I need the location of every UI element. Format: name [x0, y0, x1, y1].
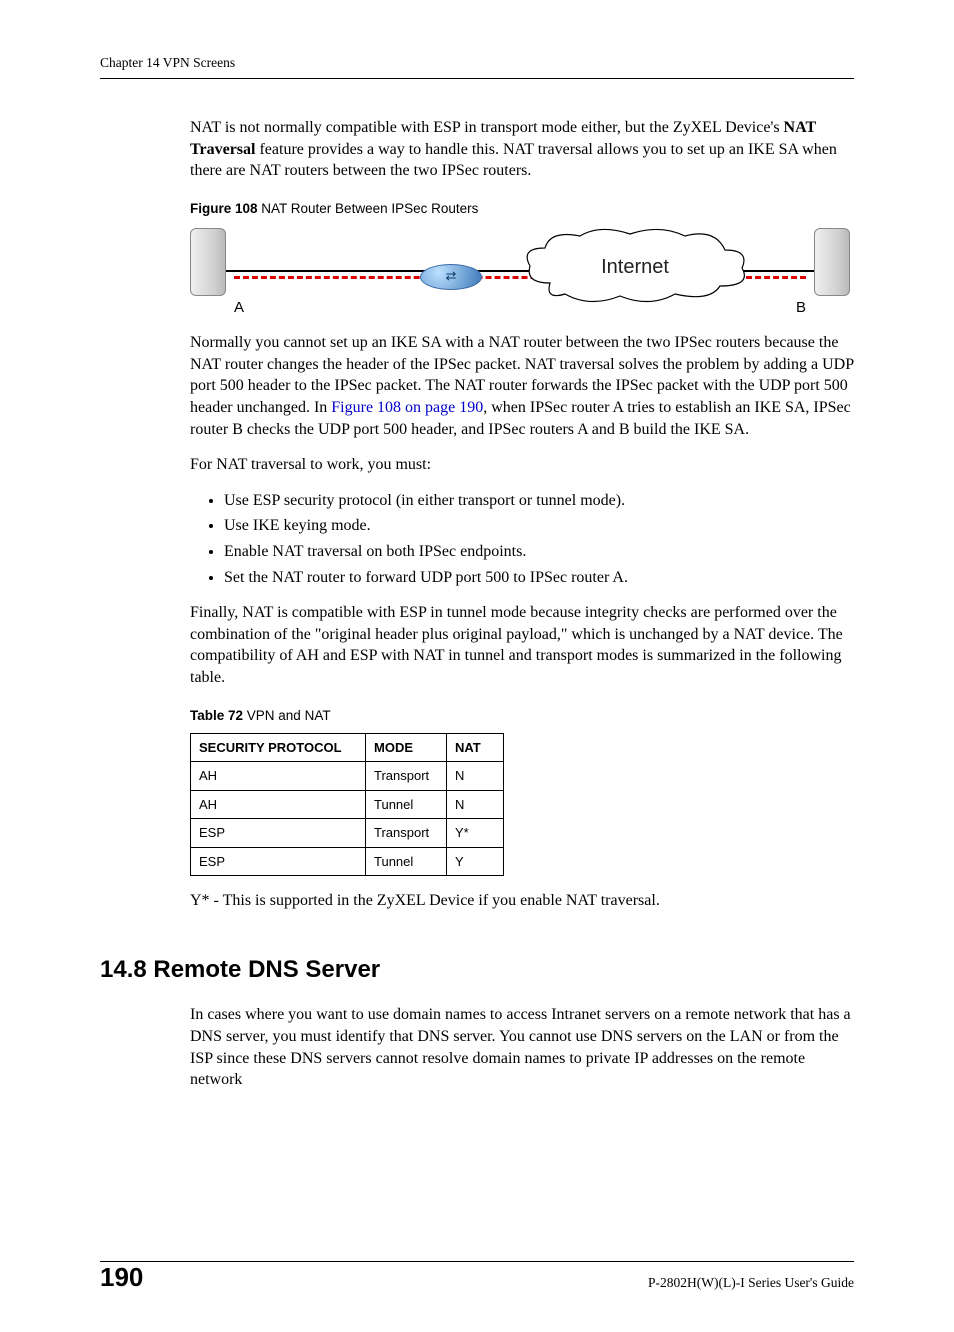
cell: Transport	[366, 819, 447, 848]
text: NAT is not normally compatible with ESP …	[190, 119, 784, 136]
list-item: Use ESP security protocol (in either tra…	[224, 490, 854, 512]
paragraph-footnote: Y* - This is supported in the ZyXEL Devi…	[190, 890, 854, 912]
page-header: Chapter 14 VPN Screens	[100, 54, 854, 79]
col-header: NAT	[447, 733, 504, 762]
cell: N	[447, 762, 504, 791]
nat-router-icon	[420, 264, 482, 290]
figure-crossref-link[interactable]: Figure 108 on page 190	[331, 399, 483, 416]
cell: Tunnel	[366, 790, 447, 819]
figure-diagram: Internet A B	[190, 226, 850, 318]
paragraph-ike: Normally you cannot set up an IKE SA wit…	[190, 332, 854, 440]
col-header: SECURITY PROTOCOL	[191, 733, 366, 762]
cell: AH	[191, 762, 366, 791]
guide-title: P-2802H(W)(L)-I Series User's Guide	[648, 1274, 854, 1292]
page-footer: 190 P-2802H(W)(L)-I Series User's Guide	[100, 1261, 854, 1292]
vpn-nat-table: SECURITY PROTOCOL MODE NAT AH Transport …	[190, 733, 504, 877]
cell: ESP	[191, 847, 366, 876]
cell: Transport	[366, 762, 447, 791]
page-number: 190	[100, 1264, 143, 1290]
table-row: ESP Tunnel Y	[191, 847, 504, 876]
label-a: A	[234, 298, 244, 318]
table-number: Table 72	[190, 708, 243, 723]
cell: ESP	[191, 819, 366, 848]
section-heading: 14.8 Remote DNS Server	[100, 954, 854, 986]
list-item: Enable NAT traversal on both IPSec endpo…	[224, 541, 854, 563]
table-header-row: SECURITY PROTOCOL MODE NAT	[191, 733, 504, 762]
list-item: Use IKE keying mode.	[224, 515, 854, 537]
cloud-label: Internet	[520, 228, 750, 306]
table-row: ESP Transport Y*	[191, 819, 504, 848]
figure-title: NAT Router Between IPSec Routers	[258, 201, 479, 216]
table-caption: Table 72 VPN and NAT	[190, 707, 854, 725]
paragraph-compat: Finally, NAT is compatible with ESP in t…	[190, 602, 854, 688]
table-row: AH Tunnel N	[191, 790, 504, 819]
paragraph-dns: In cases where you want to use domain na…	[190, 1004, 854, 1090]
paragraph-must: For NAT traversal to work, you must:	[190, 454, 854, 476]
table-title: VPN and NAT	[243, 708, 331, 723]
device-b-icon	[814, 228, 850, 296]
cell: Tunnel	[366, 847, 447, 876]
table-row: AH Transport N	[191, 762, 504, 791]
figure-number: Figure 108	[190, 201, 258, 216]
figure-caption: Figure 108 NAT Router Between IPSec Rout…	[190, 200, 854, 218]
paragraph-intro: NAT is not normally compatible with ESP …	[190, 117, 854, 182]
device-a-icon	[190, 228, 226, 296]
col-header: MODE	[366, 733, 447, 762]
requirement-list: Use ESP security protocol (in either tra…	[190, 490, 854, 588]
cell: Y*	[447, 819, 504, 848]
cell: Y	[447, 847, 504, 876]
cell: AH	[191, 790, 366, 819]
label-b: B	[796, 298, 806, 318]
internet-cloud-icon: Internet	[520, 228, 750, 306]
cell: N	[447, 790, 504, 819]
text: feature provides a way to handle this. N…	[190, 141, 837, 180]
list-item: Set the NAT router to forward UDP port 5…	[224, 567, 854, 589]
